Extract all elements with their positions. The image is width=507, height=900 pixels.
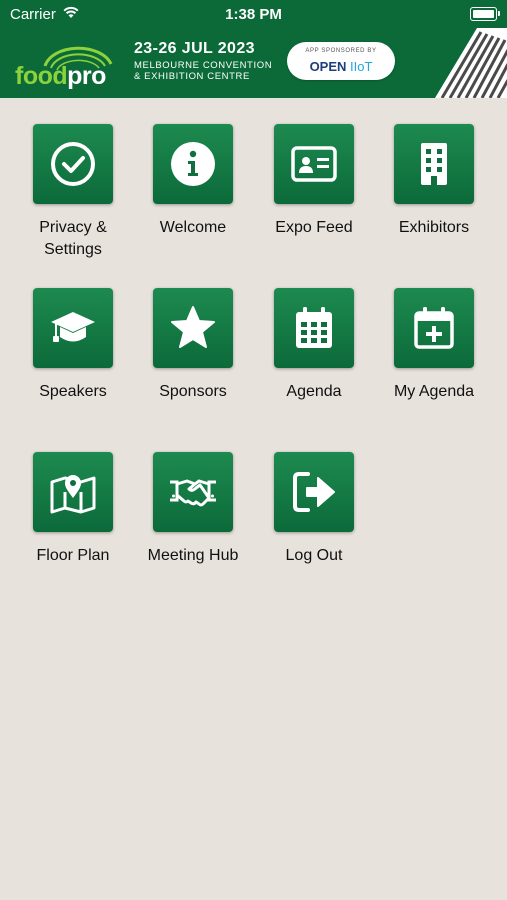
menu-label: Privacy & Settings xyxy=(39,219,107,258)
calendar-plus-icon xyxy=(414,307,454,349)
sign-out-icon xyxy=(293,472,335,512)
info-icon xyxy=(171,142,215,186)
clock: 1:38 PM xyxy=(225,6,282,23)
menu-item-speakers[interactable]: Speakers xyxy=(18,288,128,403)
agenda-tile[interactable] xyxy=(274,288,354,368)
status-bar: Carrier 1:38 PM xyxy=(0,0,507,28)
sponsors-tile[interactable] xyxy=(153,288,233,368)
menu-item-meeting-hub[interactable]: Meeting Hub xyxy=(138,452,248,567)
menu-item-agenda[interactable]: Agenda xyxy=(259,288,369,403)
menu-item-my-agenda[interactable]: My Agenda xyxy=(379,288,489,403)
decorative-stripes-icon xyxy=(435,28,507,98)
speakers-tile[interactable] xyxy=(33,288,113,368)
menu-label: Sponsors xyxy=(159,383,227,400)
menu-label: My Agenda xyxy=(393,383,475,400)
my-agenda-tile[interactable] xyxy=(394,288,474,368)
menu-item-welcome[interactable]: Welcome xyxy=(138,124,248,239)
venue-line-1: MELBOURNE CONVENTION xyxy=(134,60,273,71)
menu-label: Agenda xyxy=(286,383,342,400)
exhibitors-tile[interactable] xyxy=(394,124,474,204)
foodpro-logo: foodpro xyxy=(15,36,115,90)
event-venue: MELBOURNE CONVENTION & EXHIBITION CENTRE xyxy=(134,60,272,82)
id-card-icon xyxy=(291,146,337,182)
menu-label: Welcome xyxy=(159,219,227,236)
graduation-cap-icon xyxy=(51,312,95,342)
menu-item-exhibitors[interactable]: Exhibitors xyxy=(379,124,489,239)
menu-item-log-out[interactable]: Log Out xyxy=(259,452,369,567)
building-icon xyxy=(421,143,447,185)
menu-item-sponsors[interactable]: Sponsors xyxy=(138,288,248,403)
menu-label: Exhibitors xyxy=(398,219,470,236)
expo-feed-tile[interactable] xyxy=(274,124,354,204)
sponsor-badge[interactable]: APP SPONSORED BY OPEN IIoT xyxy=(287,42,395,80)
floor-plan-tile[interactable] xyxy=(33,452,113,532)
star-icon xyxy=(171,306,215,348)
menu-item-floor-plan[interactable]: Floor Plan xyxy=(18,452,128,567)
menu-label: Expo Feed xyxy=(275,219,353,236)
privacy-settings-tile[interactable] xyxy=(33,124,113,204)
header-banner: Carrier 1:38 PM foodpro 23-26 JUL 2023 M… xyxy=(0,0,507,98)
sponsor-caption: APP SPONSORED BY xyxy=(305,48,377,54)
battery-icon xyxy=(470,7,500,21)
menu-label: Floor Plan xyxy=(36,547,110,564)
meeting-hub-tile[interactable] xyxy=(153,452,233,532)
event-date: 23-26 JUL 2023 xyxy=(134,40,255,57)
handshake-icon xyxy=(170,479,216,507)
sponsor-brand: OPEN IIoT xyxy=(309,59,373,74)
menu-item-privacy-settings[interactable]: Privacy & Settings xyxy=(18,124,128,261)
welcome-tile[interactable] xyxy=(153,124,233,204)
menu-item-expo-feed[interactable]: Expo Feed xyxy=(259,124,369,239)
venue-line-2: & EXHIBITION CENTRE xyxy=(134,71,250,82)
log-out-tile[interactable] xyxy=(274,452,354,532)
calendar-icon xyxy=(296,307,332,348)
menu-label: Log Out xyxy=(285,547,343,564)
check-circle-icon xyxy=(51,142,95,186)
logo-text: foodpro xyxy=(15,62,106,90)
menu-label: Speakers xyxy=(39,383,107,400)
map-pin-icon xyxy=(50,475,96,514)
menu-label: Meeting Hub xyxy=(147,547,239,564)
